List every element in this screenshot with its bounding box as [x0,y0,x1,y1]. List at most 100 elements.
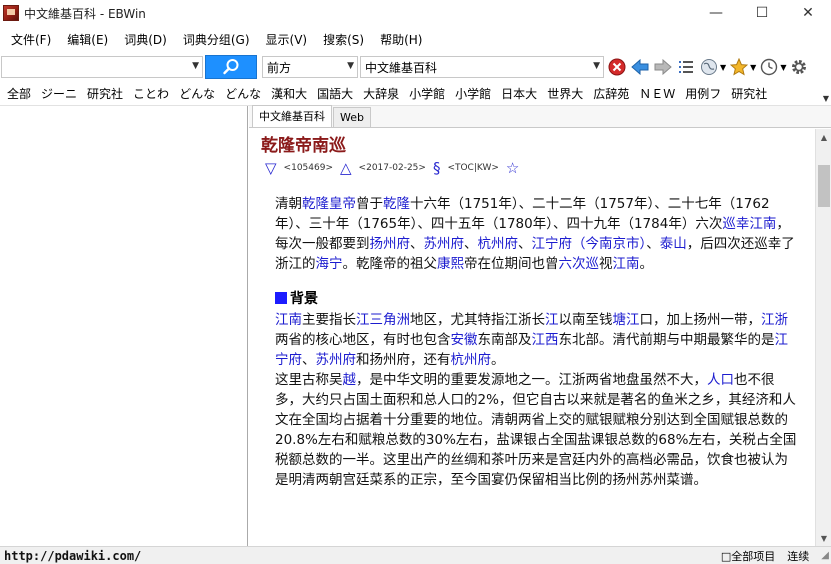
entry-link[interactable]: 江南 [613,256,640,272]
entry-link[interactable]: 海宁 [316,256,343,272]
entry-link[interactable]: 塘江 [613,312,640,328]
entry-link[interactable]: 江南 [749,216,776,232]
entry-text: 东南部及 [477,332,532,348]
list-button[interactable] [676,57,696,77]
resize-grip-icon[interactable]: ◢ [821,550,829,561]
chevron-down-icon[interactable]: ▼ [593,61,600,71]
paragraph-background-2: 这里古称吴越，是中华文明的重要发源地之一。江浙两省地盘虽然不大，人口也不很多，大… [275,370,799,490]
dict-button[interactable]: 用例フ [680,85,726,102]
dict-button[interactable]: 小学館 [450,85,496,102]
list-icon [679,61,693,73]
menu-view[interactable]: 显示(V) [258,28,316,52]
favorites-button[interactable] [729,57,749,77]
entry-link[interactable]: 江浙 [761,312,788,328]
back-button[interactable] [630,57,650,77]
chevron-down-icon[interactable]: ▼ [720,63,726,72]
dict-button[interactable]: ことわ [128,85,174,102]
chevron-down-icon[interactable]: ▼ [192,61,199,71]
entry-text: 和扬州府，还有 [356,352,451,368]
web-button[interactable] [699,57,719,77]
entry-text: 。 [491,352,505,368]
entry-link[interactable]: 扬州府 [370,236,411,252]
dict-button[interactable]: ＮＥＷ [634,85,680,102]
entry-text: 。乾隆帝的祖父 [342,256,438,272]
search-input[interactable]: ▼ [1,56,203,78]
entry-link[interactable]: 越 [343,372,357,388]
minimize-button[interactable]: — [693,0,739,26]
chevron-down-icon[interactable]: ▼ [780,63,786,72]
result-list[interactable] [0,106,248,546]
maximize-button[interactable]: ☐ [739,0,785,26]
triangle-up-icon[interactable]: △ [340,159,352,177]
dict-button[interactable]: 研究社 [82,85,128,102]
entry-link[interactable]: 康熙 [437,256,464,272]
star-icon [730,58,749,76]
entry-link[interactable]: 江西 [532,332,559,348]
dict-button[interactable]: どんな [220,85,266,102]
entry-text: 、 [410,236,424,252]
stop-button[interactable] [607,57,627,77]
dictionary-select[interactable]: 中文維基百科 ▼ [360,56,604,78]
clock-icon [761,58,778,76]
entry-link[interactable]: 江南 [275,312,302,328]
chevron-down-icon[interactable]: ▼ [347,61,354,71]
history-button[interactable] [759,57,779,77]
menu-dictionary[interactable]: 词典(D) [116,28,175,52]
entry-link[interactable]: 六次巡 [559,256,600,272]
menu-edit[interactable]: 编辑(E) [59,28,116,52]
forward-button[interactable] [653,57,673,77]
continuous-toggle[interactable]: 连续 [787,548,809,564]
entry-link[interactable]: 江三角洲 [356,312,410,328]
vertical-scrollbar[interactable]: ▲ ▼ [815,129,831,546]
entry-link[interactable]: 苏州府 [316,352,357,368]
dict-button[interactable]: 日本大 [496,85,542,102]
dict-button[interactable]: 小学館 [404,85,450,102]
entry-text: 、 [302,352,316,368]
all-items-checkbox[interactable]: □全部项目 [721,548,775,564]
tab-chinese-wikipedia[interactable]: 中文維基百科 [252,105,332,127]
entry-link[interactable]: 杭州府 [478,236,519,252]
dict-button[interactable]: 世界大 [542,85,588,102]
section-mark-icon[interactable]: § [433,159,441,177]
close-button[interactable]: ✕ [785,0,831,26]
dict-button[interactable]: どんな [174,85,220,102]
scrollbar-thumb[interactable] [818,165,830,207]
dict-button[interactable]: 漢和大 [266,85,312,102]
entry-link[interactable]: 安徽 [451,332,478,348]
triangle-down-icon[interactable]: ▽ [265,159,277,177]
entry-link[interactable]: 乾隆 [383,196,410,212]
menu-help[interactable]: 帮助(H) [372,28,430,52]
menu-dictionary-group[interactable]: 词典分组(G) [175,28,258,52]
chevron-down-icon[interactable]: ▼ [823,94,829,103]
dict-button[interactable]: ジーニ [36,85,82,102]
entry-link[interactable]: 人口 [707,372,734,388]
dict-button[interactable]: 国語大 [312,85,358,102]
search-mode-select[interactable]: 前方 ▼ [262,56,358,78]
entry-text: 也不很多，大约只占国土面积和总人口的2%，但它自古以来就是著名的鱼米之乡，其经济… [275,372,797,488]
entry-link[interactable]: 江 [545,312,559,328]
dict-button[interactable]: 全部 [2,85,36,102]
scroll-down-icon[interactable]: ▼ [816,530,831,546]
settings-button[interactable] [789,57,809,77]
search-button[interactable] [205,55,257,79]
entry-link[interactable]: 江宁府（今南京市） [532,236,647,252]
window-title: 中文維基百科 - EBWin [24,6,146,21]
menu-file[interactable]: 文件(F) [3,28,59,52]
stop-icon [608,58,626,76]
entry-link[interactable]: 泰山 [660,236,687,252]
scroll-up-icon[interactable]: ▲ [816,129,831,145]
entry-link[interactable]: 苏州府 [424,236,465,252]
entry-text: 地区，尤其特指江浙长 [410,312,545,328]
entry-text: 清朝 [275,196,302,212]
tab-web[interactable]: Web [333,107,371,127]
star-outline-icon[interactable]: ☆ [506,159,519,177]
dict-button[interactable]: 研究社 [726,85,772,102]
dict-button[interactable]: 広辞苑 [588,85,634,102]
dict-button[interactable]: 大辞泉 [358,85,404,102]
menu-search[interactable]: 搜索(S) [315,28,372,52]
entry-link[interactable]: 杭州府 [451,352,492,368]
entry-link[interactable]: 乾隆皇帝 [302,196,356,212]
chevron-down-icon[interactable]: ▼ [750,63,756,72]
entry-link[interactable]: 巡幸 [722,216,749,232]
entry-text: 帝在位期间也曾 [464,256,559,272]
